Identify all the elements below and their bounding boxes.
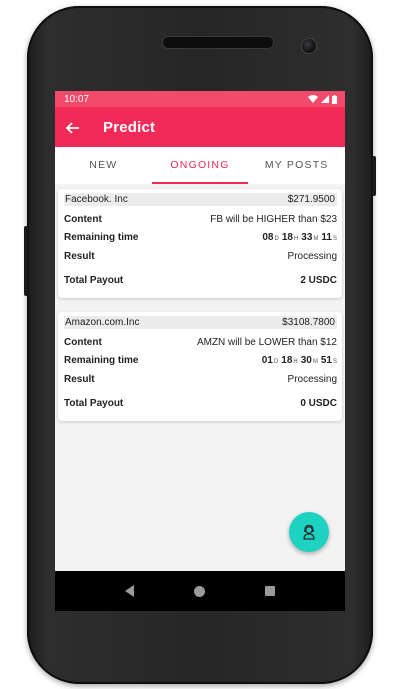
remaining-time-row: Remaining time 08D 18H 33M 11S xyxy=(64,229,337,248)
power-button xyxy=(372,156,376,196)
content-value: AMZN will be LOWER than $12 xyxy=(196,336,337,348)
back-arrow-icon[interactable] xyxy=(55,107,93,147)
tab-my-posts[interactable]: MY POSTS xyxy=(248,147,345,184)
system-nav-bar xyxy=(55,571,345,611)
prediction-card[interactable]: Amazon.com.Inc $3108.7800 Content AMZN w… xyxy=(58,312,342,421)
seconds-value: 11 xyxy=(321,232,332,244)
signal-icon xyxy=(321,95,329,103)
remaining-time-row: Remaining time 01D 18H 30M 51S xyxy=(64,352,337,371)
earpiece-speaker xyxy=(162,36,274,49)
tab-ongoing[interactable]: ONGOING xyxy=(151,147,249,184)
card-header: Facebook. Inc $271.9500 xyxy=(64,193,337,206)
app-screen: 10:07 Predict NEW ONGOING MY POSTS Faceb… xyxy=(55,91,345,571)
front-camera xyxy=(301,38,317,54)
result-value: Processing xyxy=(287,373,337,385)
status-time: 10:07 xyxy=(64,93,90,105)
stock-price: $3108.7800 xyxy=(282,317,335,328)
tab-new[interactable]: NEW xyxy=(55,147,152,184)
page-title: Predict xyxy=(103,118,156,136)
remaining-time-label: Remaining time xyxy=(64,355,139,367)
content-label: Content xyxy=(64,213,102,225)
tab-bar: NEW ONGOING MY POSTS xyxy=(55,147,345,184)
seconds-unit: S xyxy=(332,236,337,243)
result-row: Result Processing xyxy=(64,247,337,266)
remaining-time-label: Remaining time xyxy=(64,232,139,244)
card-header: Amazon.com.Inc $3108.7800 xyxy=(64,316,337,329)
support-fab-button[interactable] xyxy=(289,512,329,552)
stock-price: $271.9500 xyxy=(287,194,335,205)
company-name: Amazon.com.Inc xyxy=(65,317,140,328)
content-value: FB will be HIGHER than $23 xyxy=(210,213,337,225)
total-payout-row: Total Payout 0 USDC xyxy=(64,395,337,414)
remaining-time-value: 01D 18H 30M 51S xyxy=(262,355,337,366)
status-icons xyxy=(308,94,337,104)
total-payout-label: Total Payout xyxy=(64,398,124,410)
wifi-icon xyxy=(308,95,318,103)
app-bar: Predict xyxy=(55,107,345,147)
minutes-value: 30 xyxy=(300,355,312,367)
days-unit: D xyxy=(274,236,279,243)
content-label: Content xyxy=(64,336,102,348)
content-row: Content AMZN will be LOWER than $12 xyxy=(64,333,337,352)
hours-unit: H xyxy=(293,236,299,243)
minutes-unit: M xyxy=(312,359,318,366)
result-label: Result xyxy=(64,373,95,385)
company-name: Facebook. Inc xyxy=(65,194,128,205)
total-payout-value: 0 USDC xyxy=(300,398,337,410)
result-label: Result xyxy=(64,250,95,262)
seconds-value: 51 xyxy=(320,355,332,367)
status-bar: 10:07 xyxy=(55,91,345,107)
result-row: Result Processing xyxy=(64,370,337,389)
nav-back-icon[interactable] xyxy=(125,585,134,597)
days-value: 08 xyxy=(262,232,274,244)
prediction-list: Facebook. Inc $271.9500 Content FB will … xyxy=(55,184,345,421)
prediction-card[interactable]: Facebook. Inc $271.9500 Content FB will … xyxy=(58,189,342,298)
content-row: Content FB will be HIGHER than $23 xyxy=(64,210,337,229)
result-value: Processing xyxy=(287,250,337,262)
hours-value: 18 xyxy=(281,232,293,244)
minutes-unit: M xyxy=(313,236,319,243)
total-payout-value: 2 USDC xyxy=(300,275,337,287)
total-payout-label: Total Payout xyxy=(64,275,124,287)
hours-value: 18 xyxy=(281,355,293,367)
hours-unit: H xyxy=(293,359,298,366)
days-unit: D xyxy=(273,359,279,366)
remaining-time-value: 08D 18H 33M 11S xyxy=(262,232,337,243)
battery-icon xyxy=(332,94,337,104)
seconds-unit: S xyxy=(332,359,337,366)
volume-button xyxy=(24,226,28,296)
minutes-value: 33 xyxy=(301,232,313,244)
days-value: 01 xyxy=(261,355,273,367)
support-agent-icon xyxy=(303,524,315,540)
total-payout-row: Total Payout 2 USDC xyxy=(64,272,337,291)
nav-recents-icon[interactable] xyxy=(265,586,275,596)
nav-home-icon[interactable] xyxy=(194,585,205,597)
